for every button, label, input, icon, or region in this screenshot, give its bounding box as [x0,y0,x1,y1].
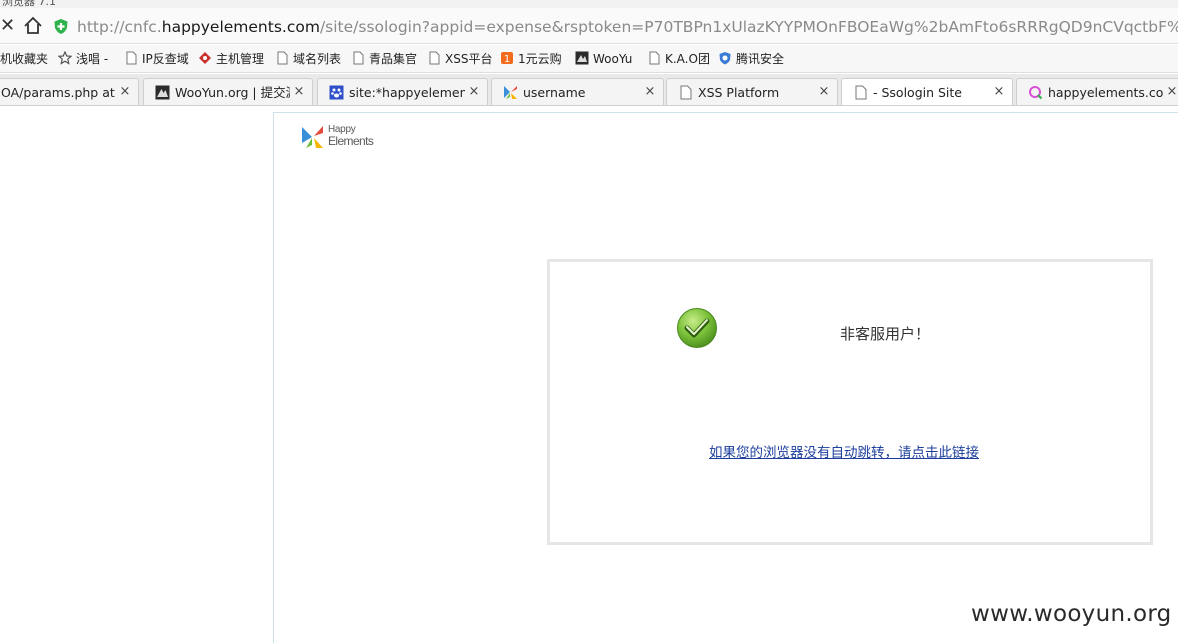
tab-xss-platform[interactable]: XSS Platform × [666,78,838,105]
bookmark-label: 域名列表 [293,52,342,66]
tab-oa-params[interactable]: OA/params.php at e × [0,78,139,105]
security-shield-icon[interactable] [53,18,69,35]
tencent-shield-icon [719,52,731,65]
tab-title: happyelements.com [1048,85,1163,100]
address-bar-row: ✕ http://cnfc.happyelements.com/site/sso… [0,8,1178,44]
url-input[interactable]: http://cnfc.happyelements.com/site/ssolo… [77,17,1178,37]
tab-title: XSS Platform [698,85,780,100]
bookmark-label: 机收藏夹 [0,52,49,66]
window-title: 浏览器 7.1 [2,0,56,8]
page-icon [429,51,440,65]
home-icon[interactable] [22,15,44,37]
tab-title: WooYun.org | 提交漏 [175,85,290,100]
tab-title: username [523,85,586,100]
bookmark-xss-platform[interactable]: XSS平台 [427,50,492,68]
bookmark-qianchang[interactable]: 浅唱 - [58,50,108,68]
close-icon[interactable]: × [818,84,830,100]
bookmark-label: 主机管理 [216,52,265,66]
close-icon[interactable]: × [1166,84,1178,100]
page-icon [277,51,288,65]
tab-title: - Ssologin Site [873,85,963,100]
happyelements-icon [504,86,517,99]
bookmark-label: XSS平台 [445,52,493,66]
tab-title: site:*happyelements [349,85,465,100]
pinwheel-logo-icon [302,126,323,148]
bookmark-label: 1元云购 [518,52,562,66]
bookmark-domain-list[interactable]: 域名列表 [275,50,341,68]
close-icon[interactable]: × [993,84,1005,100]
bookmark-label: WooYu [593,52,633,66]
close-icon[interactable]: × [119,84,131,100]
tab-title: OA/params.php at e [1,85,116,100]
wooyun-icon [155,85,170,100]
search-q-icon [1029,86,1043,100]
wooyun-icon [575,51,589,65]
baidu-paw-icon [329,85,344,100]
bookmark-label: 腾讯安全 [736,52,785,66]
page-icon [649,51,660,65]
bookmark-host-manage[interactable]: 主机管理 [198,50,264,68]
page-icon [353,51,364,65]
bookmark-kao[interactable]: K.A.O团 [647,50,710,68]
url-scheme: http://cnfc. [77,18,162,36]
success-check-icon [677,308,717,348]
watermark: www.wooyun.org [971,601,1172,627]
tab-wooyun-submit[interactable]: WooYun.org | 提交漏 × [143,78,313,105]
bookmark-label: IP反查域 [142,52,189,66]
bookmark-label: 青品集官 [369,52,418,66]
bookmark-label: K.A.O团 [665,52,710,66]
url-host: happyelements.com [161,18,320,36]
bookmark-label: 浅唱 - [76,52,109,66]
url-path: /site/ssologin?appid=expense&rsptoken=P7… [319,18,1178,36]
tab-happyelements-search[interactable]: happyelements.com × [1016,78,1178,105]
bookmark-ip-lookup[interactable]: IP反查域 [124,50,189,68]
tab-site-search[interactable]: site:*happyelements × [317,78,488,105]
bookmark-favorites[interactable]: 机收藏夹 [0,50,48,68]
tab-strip: OA/params.php at e × WooYun.org | 提交漏 × … [0,74,1178,106]
orange-icon: 1 [501,52,513,65]
page-icon [126,51,137,65]
page-viewport: Happy Elements 非客服用户！ 如果您的浏览器没有自动跳转，请点击此… [0,106,1178,643]
tab-username[interactable]: username × [491,78,664,105]
bookmark-tencent-security[interactable]: 腾讯安全 [718,50,784,68]
close-icon[interactable]: × [293,84,305,100]
bookmark-wooyun[interactable]: WooYu [575,50,632,68]
red-diamond-icon [199,52,211,64]
bookmark-yiyuan[interactable]: 1 1元云购 [500,50,562,68]
close-icon[interactable]: × [468,84,480,100]
page-icon [855,85,867,100]
page-icon [680,85,692,100]
close-icon[interactable]: × [644,84,656,100]
page-frame: Happy Elements 非客服用户！ 如果您的浏览器没有自动跳转，请点击此… [273,112,1178,643]
star-icon [58,51,72,65]
happy-elements-logo: Happy Elements [301,123,381,153]
status-message: 非客服用户！ [840,325,931,343]
window-titlebar: 浏览器 7.1 [0,0,1178,8]
tab-ssologin-site[interactable]: - Ssologin Site × [841,78,1013,105]
logo-wordmark: Happy Elements [328,124,374,148]
stop-icon[interactable]: ✕ [0,14,15,38]
message-box: 非客服用户！ 如果您的浏览器没有自动跳转，请点击此链接 [547,259,1153,545]
bookmark-qingpin[interactable]: 青品集官 [351,50,417,68]
logo-line-elements: Elements [328,134,374,148]
svg-text:1: 1 [504,54,510,65]
redirect-link[interactable]: 如果您的浏览器没有自动跳转，请点击此链接 [709,444,979,462]
bookmarks-bar: 机收藏夹 浅唱 - IP反查域 主机管理 域名列表 青品集官 XSS平台 1 1元… [0,45,1178,73]
